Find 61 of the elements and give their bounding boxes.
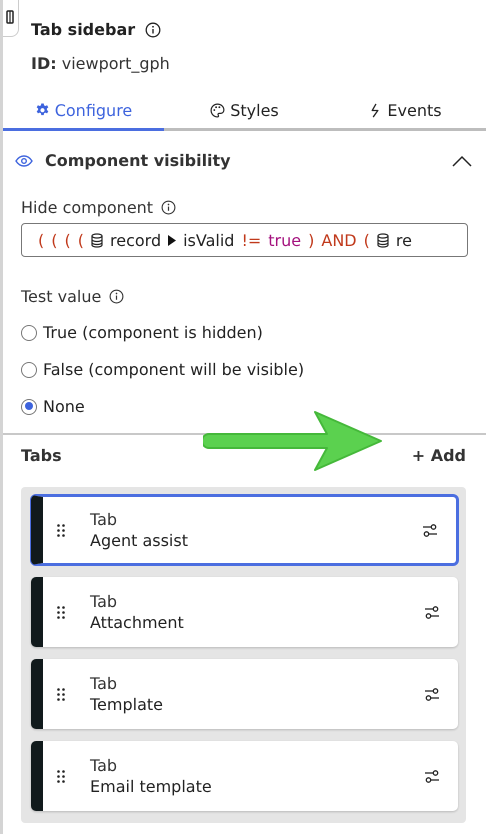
info-icon[interactable]	[161, 200, 176, 215]
sliders-icon[interactable]	[424, 686, 440, 702]
field-label: Test value	[21, 287, 102, 306]
drag-handle-icon[interactable]	[57, 770, 65, 782]
expression-token: (	[78, 230, 84, 250]
expression-token: (	[364, 230, 370, 250]
expression-token: record	[110, 230, 162, 250]
panel-icon	[6, 10, 14, 24]
sliders-icon[interactable]	[422, 522, 438, 538]
radio-button[interactable]	[21, 362, 37, 378]
expression-token: (	[64, 230, 71, 250]
sliders-icon[interactable]	[424, 604, 440, 620]
tab-name: Attachment	[90, 613, 184, 632]
tab-card[interactable]: Tab Attachment	[31, 577, 458, 647]
database-icon	[91, 232, 103, 248]
expression-token: (	[51, 230, 58, 250]
drag-handle-icon[interactable]	[57, 524, 65, 536]
info-icon[interactable]	[109, 289, 124, 304]
expression-token: (	[38, 230, 44, 250]
expression-token: isValid	[183, 230, 234, 250]
section-title: Tabs	[21, 446, 62, 464]
expression-token: true	[268, 230, 302, 250]
radio-label: None	[43, 397, 85, 416]
tab-name: Template	[90, 695, 164, 714]
gear-icon	[34, 103, 50, 118]
panel-toggle-button[interactable]	[3, 0, 19, 37]
tab[interactable]: Configure	[3, 95, 164, 131]
expression-field[interactable]: ( ( ( ( record isValid != true ) AND ( re	[21, 223, 468, 257]
tab-type: Tab	[90, 756, 118, 775]
tab-type: Tab	[90, 674, 118, 693]
tab[interactable]: Styles	[164, 95, 325, 131]
expression-token: !=	[241, 230, 262, 250]
radio-label: False (component will be visible)	[43, 360, 304, 379]
database-icon	[376, 232, 389, 248]
tab-name: Agent assist	[90, 531, 188, 550]
tab-card[interactable]: Tab Template	[31, 659, 458, 729]
field-label: Hide component	[21, 198, 154, 217]
expression-token: )	[308, 230, 314, 250]
drag-handle-icon[interactable]	[57, 606, 65, 618]
eye-icon	[15, 154, 33, 166]
panel-title: Tab sidebar	[31, 20, 136, 39]
tab-type: Tab	[90, 592, 118, 611]
expression-token: re	[396, 230, 412, 250]
sliders-icon[interactable]	[424, 768, 440, 784]
radio-button[interactable]	[21, 324, 37, 340]
tab-card[interactable]: Tab Email template	[31, 741, 458, 811]
tab-name: Email template	[90, 777, 212, 796]
radio-button[interactable]	[21, 398, 37, 414]
tab-type: Tab	[90, 510, 118, 529]
component-id: ID: viewport_gph	[31, 54, 171, 73]
palette-icon	[210, 103, 226, 118]
chevron-icon	[452, 154, 472, 166]
expression-token: AND	[321, 230, 357, 250]
triangle-icon	[168, 234, 176, 246]
add-button[interactable]: + Add	[412, 446, 466, 464]
tab-card[interactable]: Tab Agent assist	[31, 495, 458, 565]
radio-label: True (component is hidden)	[43, 323, 263, 342]
drag-handle-icon[interactable]	[57, 688, 65, 700]
tab[interactable]: Events	[325, 95, 486, 131]
info-icon[interactable]	[145, 22, 162, 38]
section-header[interactable]: Component visibility	[3, 131, 486, 170]
